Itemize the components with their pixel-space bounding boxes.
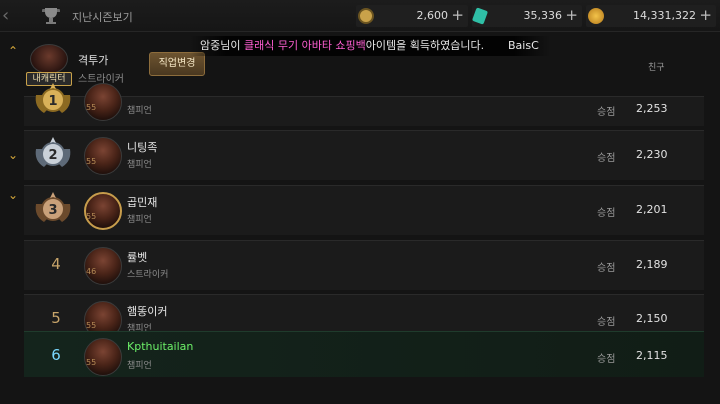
my-avatar[interactable] — [30, 44, 68, 74]
rank-row[interactable]: 3 55 곱민재챔피언 승점 2,201 — [24, 185, 704, 235]
win-points-label: 승점 — [597, 153, 616, 164]
currency-coin: 2,600 + — [356, 5, 468, 27]
player-level: 46 — [86, 267, 97, 276]
gold-value: 14,331,322 — [633, 9, 696, 22]
add-coin-button[interactable]: + — [451, 6, 464, 24]
back-icon[interactable]: ‹ — [2, 4, 20, 28]
player-class: 챔피언 — [127, 160, 152, 170]
collapse-icon[interactable]: ⌃ — [8, 44, 18, 58]
player-level: 55 — [86, 358, 97, 367]
medal-rank-number: 3 — [48, 203, 57, 218]
win-points-label: 승점 — [597, 107, 616, 118]
player-name: 률벳 — [127, 251, 148, 264]
trophy-icon — [42, 8, 60, 24]
win-points-value: 2,230 — [636, 148, 668, 161]
gold-medal-icon: 1 — [35, 83, 71, 113]
last-season-link[interactable]: 지난시즌보기 — [72, 9, 133, 25]
player-class: 스트라이커 — [127, 270, 169, 280]
player-avatar[interactable] — [84, 192, 122, 230]
gem-value: 35,336 — [523, 9, 563, 22]
player-level: 55 — [86, 321, 97, 330]
tab-friends[interactable]: 친구 — [648, 60, 665, 73]
win-points-label: 승점 — [597, 208, 616, 219]
add-gem-button[interactable]: + — [565, 6, 578, 24]
currency-gold: 14,331,322 + — [586, 5, 716, 27]
player-level: 55 — [86, 157, 97, 166]
player-avatar[interactable] — [84, 83, 122, 121]
win-points-label: 승점 — [597, 354, 616, 365]
rank-number: 4 — [51, 255, 61, 273]
gem-icon — [471, 7, 489, 25]
win-points-value: 2,150 — [636, 312, 668, 325]
rank-row[interactable]: 4 46 률벳스트라이커 승점 2,189 — [24, 240, 704, 290]
currency-gem: 35,336 + — [471, 5, 582, 27]
player-level: 55 — [86, 103, 97, 112]
coin-c-icon — [358, 8, 374, 24]
notice-pre: 암중님이 — [200, 39, 244, 52]
rank-number: 5 — [51, 309, 61, 327]
add-gold-button[interactable]: + — [699, 6, 712, 24]
win-points-label: 승점 — [597, 263, 616, 274]
win-points-value: 2,189 — [636, 258, 668, 271]
player-name: 니팅족 — [127, 141, 158, 154]
player-avatar[interactable] — [84, 137, 122, 175]
coin-value: 2,600 — [416, 9, 449, 22]
notice-highlight: 클래식 무기 아바타 쇼핑백 — [243, 39, 366, 52]
medal-rank-number: 1 — [48, 94, 57, 109]
top-bar: ‹ 지난시즌보기 2,600 + 35,336 + 14,331,322 + — [0, 0, 720, 32]
bronze-medal-icon: 3 — [35, 192, 71, 222]
expand-icon[interactable]: ⌄ — [8, 188, 18, 202]
player-name: 곱민재 — [127, 196, 158, 209]
player-class: 챔피언 — [127, 361, 152, 371]
player-avatar[interactable] — [84, 247, 122, 285]
rank-row[interactable]: 1 55 챔피언 승점 2,253 — [24, 83, 704, 126]
win-points-value: 2,201 — [636, 203, 668, 216]
player-level: 55 — [86, 212, 97, 221]
expand-icon[interactable]: ⌄ — [8, 148, 18, 162]
win-points-label: 승점 — [597, 317, 616, 328]
player-class: 챔피언 — [127, 106, 152, 116]
medal-rank-number: 2 — [48, 148, 57, 163]
win-points-value: 2,115 — [636, 349, 668, 362]
player-name: 햄똥이커 — [127, 305, 168, 318]
player-avatar[interactable] — [84, 338, 122, 376]
my-rank-row[interactable]: 6 55 Kpthuitailan 챔피언 승점 2,115 — [24, 331, 704, 377]
player-name: Kpthuitailan — [127, 340, 194, 353]
win-points-value: 2,253 — [636, 102, 668, 115]
system-notice: 암중님이 클래식 무기 아바타 쇼핑백아이템을 획득하였습니다. — [190, 36, 550, 56]
notice-sender: BaisC — [508, 39, 539, 52]
gold-icon — [588, 8, 604, 24]
rank-number: 6 — [51, 346, 61, 364]
rank-row[interactable]: 2 55 니팅족챔피언 승점 2,230 — [24, 130, 704, 180]
notice-post: 아이템을 획득하였습니다. — [365, 39, 485, 52]
player-class: 챔피언 — [127, 215, 152, 225]
silver-medal-icon: 2 — [35, 137, 71, 167]
my-class-title: 격투가 — [78, 54, 109, 67]
